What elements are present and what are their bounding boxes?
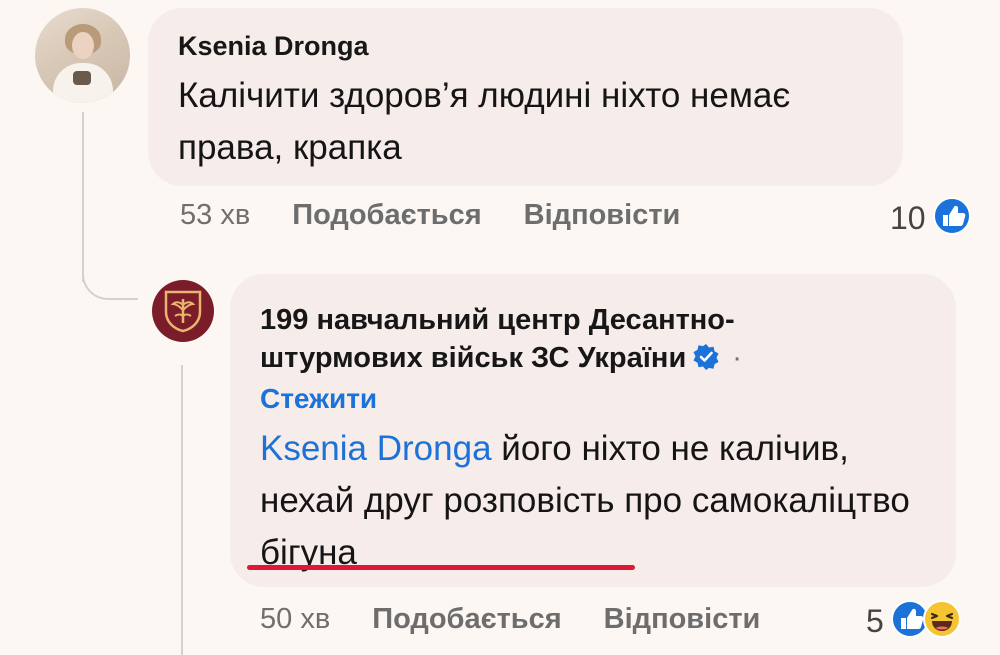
thread-line-reply bbox=[181, 365, 183, 655]
reaction-count-2: 5 bbox=[866, 603, 884, 639]
comment-author-1[interactable]: Ksenia Dronga bbox=[178, 31, 369, 62]
thread-connector bbox=[82, 250, 138, 300]
comment-text-2: Ksenia Dronga його ніхто не калічив, нех… bbox=[260, 423, 950, 579]
follow-button[interactable]: Стежити bbox=[260, 383, 377, 415]
like-button-2[interactable]: Подобається bbox=[372, 603, 561, 636]
avatar-unit[interactable] bbox=[152, 280, 214, 342]
reply-button-2[interactable]: Відповісти bbox=[604, 603, 761, 636]
author-separator: · bbox=[732, 342, 742, 374]
verified-badge-icon bbox=[692, 343, 720, 371]
like-icon bbox=[932, 196, 972, 241]
comment-author-2[interactable]: 199 навчальний центр Десантно-штурмових … bbox=[260, 301, 880, 377]
comment-author-name-2[interactable]: 199 навчальний центр Десантно-штурмових … bbox=[260, 304, 735, 374]
comment-meta-1: 53 хв Подобається Відповісти bbox=[180, 199, 680, 232]
reaction-count-1: 10 bbox=[890, 200, 926, 236]
reaction-summary-1[interactable]: 10 bbox=[890, 196, 972, 241]
haha-icon bbox=[922, 599, 962, 644]
comment-time-1: 53 хв bbox=[180, 199, 251, 231]
like-button-1[interactable]: Подобається bbox=[292, 199, 481, 232]
comment-time-2: 50 хв bbox=[260, 603, 331, 635]
mention-link[interactable]: Ksenia Dronga bbox=[260, 429, 492, 468]
avatar-ksenia[interactable] bbox=[35, 8, 130, 103]
unit-emblem-icon bbox=[164, 290, 202, 333]
reply-button-1[interactable]: Відповісти bbox=[524, 199, 681, 232]
comment-meta-2: 50 хв Подобається Відповісти bbox=[260, 603, 760, 636]
comment-text-1: Калічити здоров’я людині ніхто немає пра… bbox=[178, 76, 791, 167]
red-underline-annotation bbox=[247, 565, 635, 570]
reaction-summary-2[interactable]: 5 bbox=[866, 599, 962, 644]
